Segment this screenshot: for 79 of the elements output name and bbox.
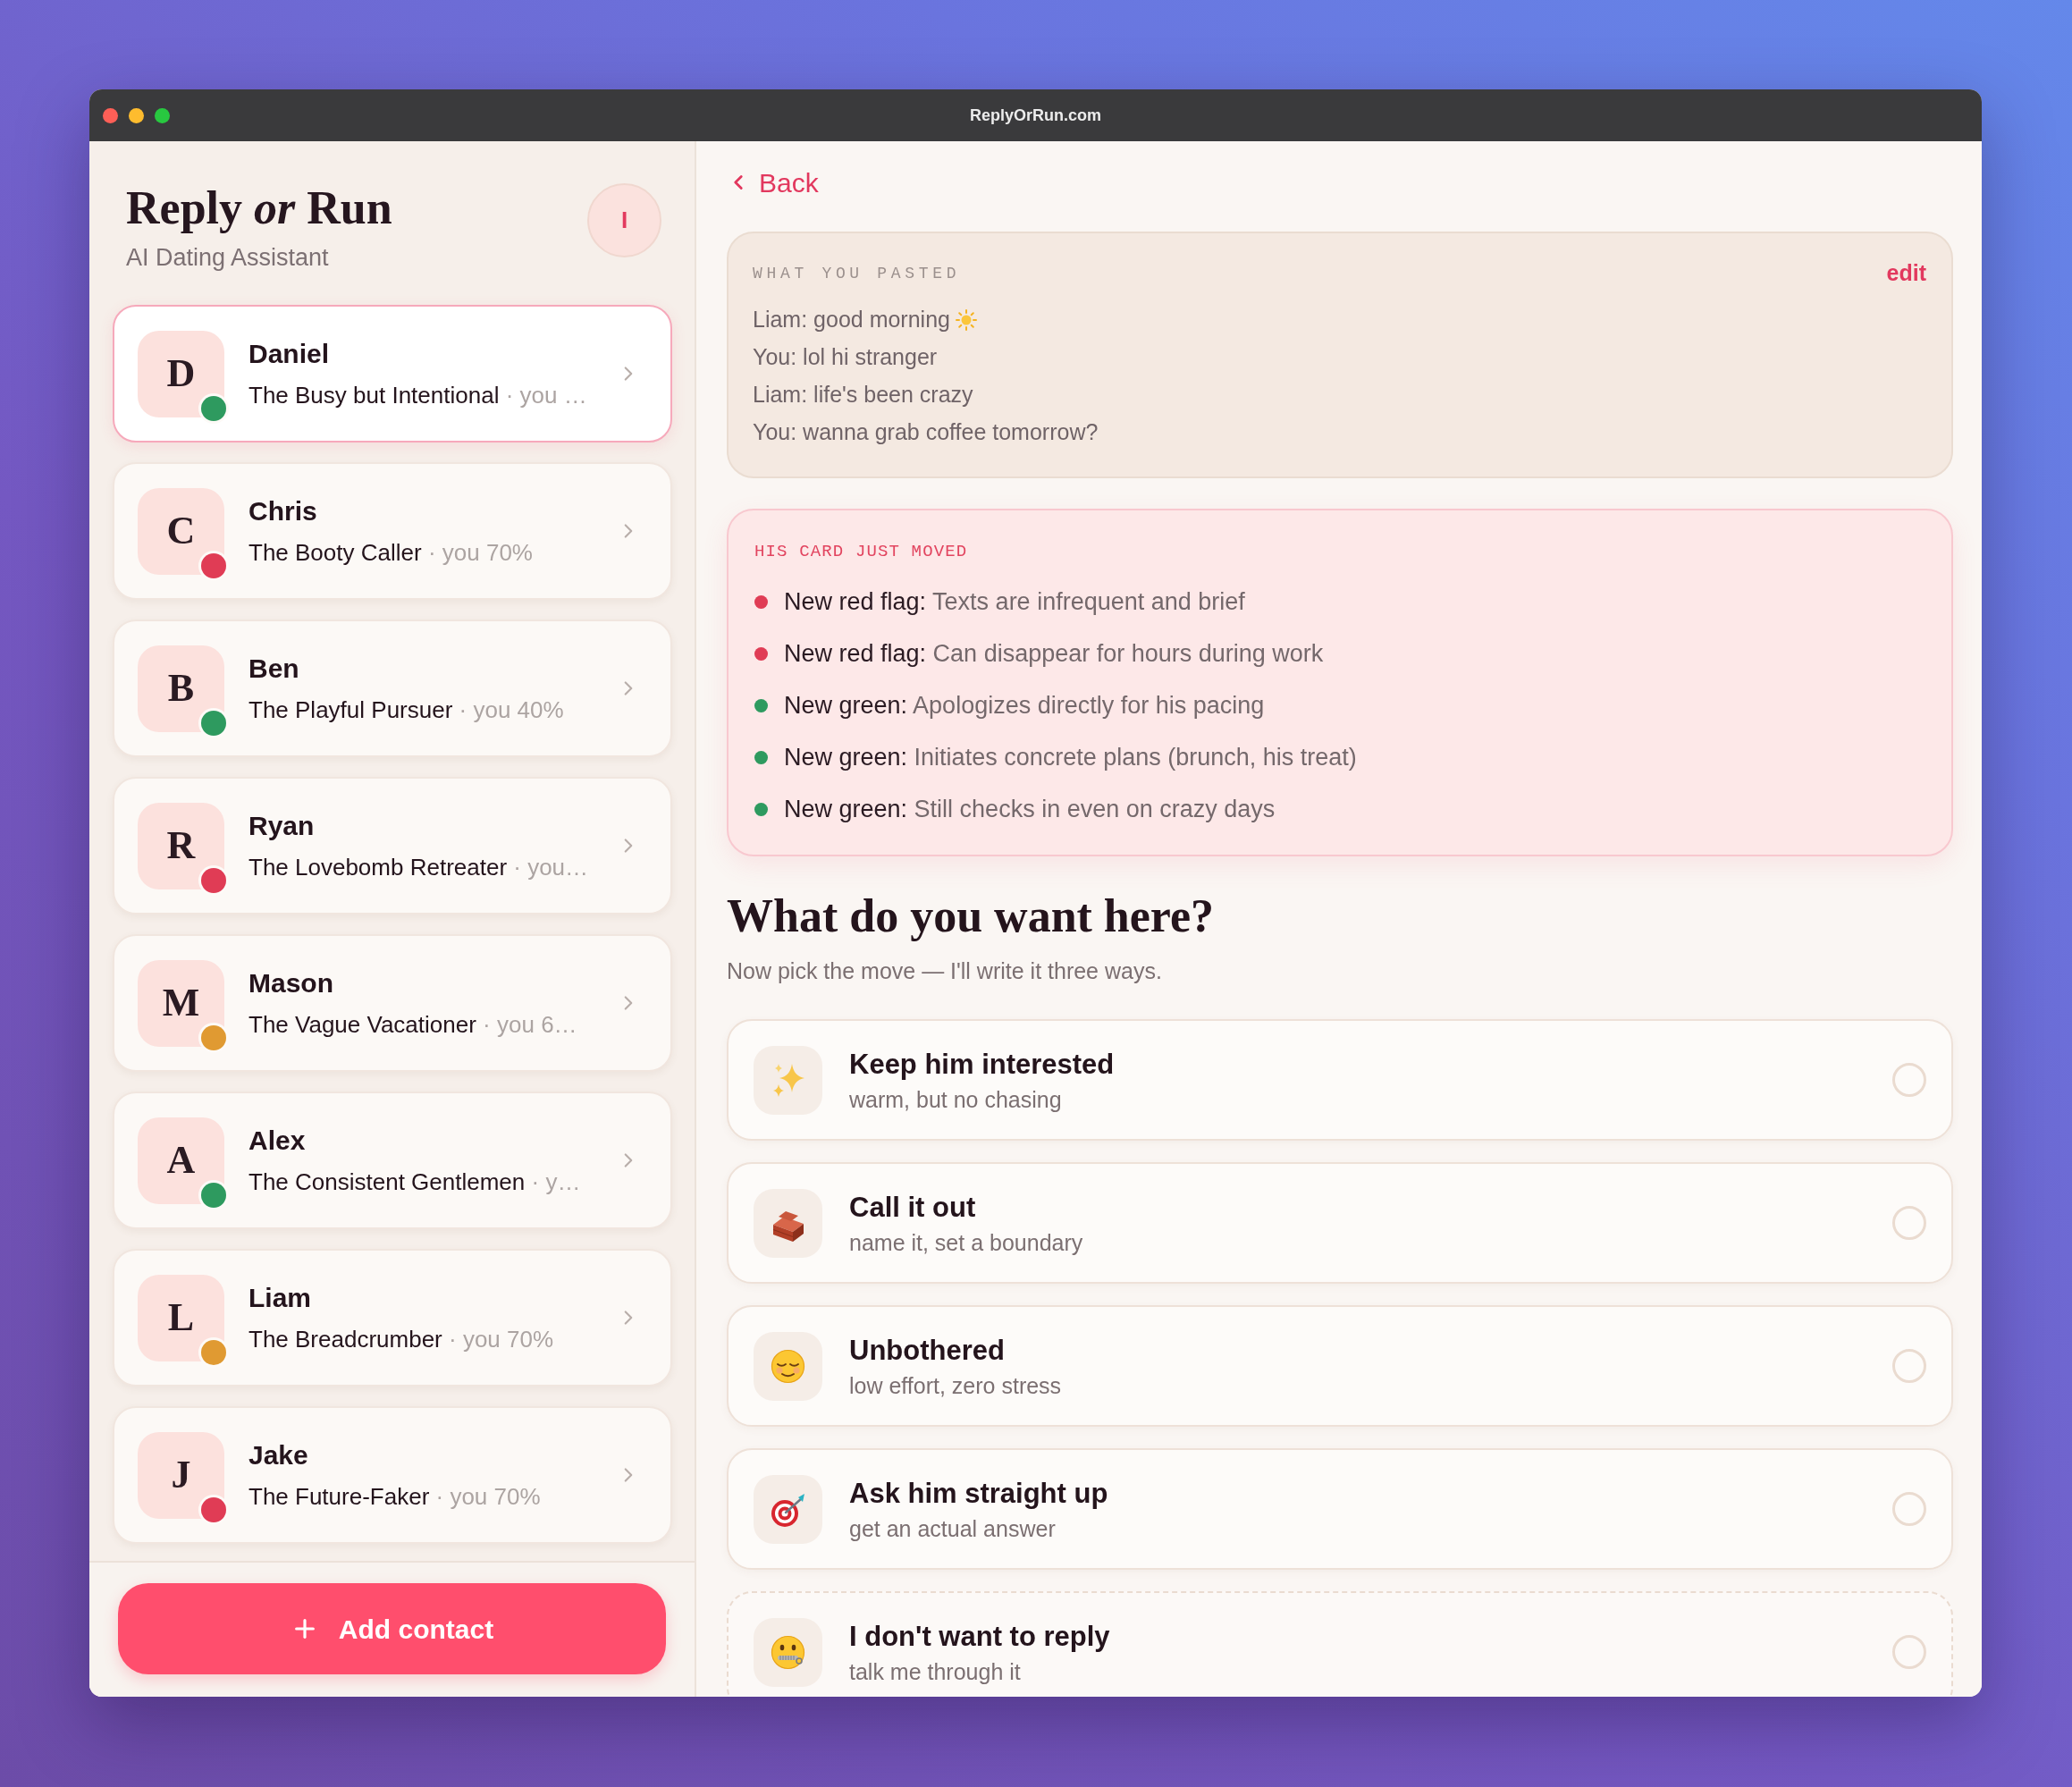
- contact-card[interactable]: J Jake The Future-Faker · you 70%: [113, 1406, 672, 1544]
- contact-name: Liam: [248, 1281, 313, 1314]
- sun-icon: [955, 309, 977, 331]
- option-title: I don't want to reply: [849, 1619, 1111, 1654]
- message-line: Liam: life's been crazy: [753, 381, 973, 409]
- contact-subtitle: The Playful Pursuer · you 40%: [248, 695, 565, 725]
- contact-name: Chris: [248, 494, 318, 527]
- target-dart-icon: [754, 1474, 822, 1544]
- avatar-initial: A: [138, 1117, 224, 1204]
- option-subtitle: warm, but no chasing: [849, 1085, 1063, 1113]
- contact-subtitle: The Future-Faker · you 70%: [248, 1481, 542, 1512]
- contact-name: Ben: [248, 652, 300, 685]
- flag-text: New green: Initiates concrete plans (brunch, his treat): [784, 742, 1357, 772]
- contact-name: Alex: [248, 1124, 307, 1157]
- option-card[interactable]: Ask him straight up get an actual answer: [727, 1448, 1953, 1570]
- contact-subtitle: The Busy but Intentional · you …: [248, 380, 588, 410]
- message-line: You: lol hi stranger: [753, 343, 938, 372]
- back-link[interactable]: Back: [727, 166, 819, 198]
- option-card[interactable]: Unbothered low effort, zero stress: [727, 1305, 1953, 1427]
- app-title: Reply or Run: [126, 181, 392, 235]
- option-subtitle: talk me through it: [849, 1657, 1022, 1685]
- option-subtitle: name it, set a boundary: [849, 1228, 1084, 1256]
- option-title: Keep him interested: [849, 1047, 1116, 1082]
- zipper-mouth-face-icon: [754, 1617, 822, 1687]
- avatar-initial: C: [138, 487, 224, 575]
- question-heading: What do you want here?: [727, 889, 1216, 943]
- contact-subtitle: The Breadcrumber · you 70%: [248, 1324, 555, 1354]
- contact-card[interactable]: L Liam The Breadcrumber · you 70%: [113, 1249, 672, 1387]
- contact-card[interactable]: D Daniel The Busy but Intentional · you …: [113, 305, 672, 443]
- radio-button[interactable]: [1892, 1492, 1926, 1526]
- message-line: Liam: good morning: [753, 306, 950, 334]
- window-close-icon[interactable]: [103, 107, 118, 123]
- contact-card[interactable]: R Ryan The Lovebomb Retreater · you…: [113, 777, 672, 915]
- avatar-initial: B: [138, 645, 224, 732]
- avatar-initial: M: [138, 959, 224, 1047]
- window-title: ReplyOrRun.com: [970, 105, 1101, 126]
- window-minimize-icon[interactable]: [129, 107, 144, 123]
- flag-text: New red flag: Can disappear for hours during work: [784, 638, 1324, 669]
- radio-button[interactable]: [1892, 1063, 1926, 1097]
- contact-card[interactable]: C Chris The Booty Caller · you 70%: [113, 462, 672, 600]
- contact-name: Daniel: [248, 337, 331, 370]
- flag-text: New green: Still checks in even on crazy days: [784, 794, 1276, 824]
- contact-subtitle: The Vague Vacationer · you 6…: [248, 1009, 578, 1040]
- option-subtitle: low effort, zero stress: [849, 1371, 1063, 1399]
- contact-card[interactable]: B Ben The Playful Pursuer · you 40%: [113, 620, 672, 757]
- relieved-face-icon: [754, 1331, 822, 1401]
- contact-subtitle: The Booty Caller · you 70%: [248, 537, 534, 568]
- option-card[interactable]: Keep him interested warm, but no chasing: [727, 1019, 1953, 1141]
- option-title: Call it out: [849, 1190, 977, 1225]
- contact-subtitle: The Consistent Gentlemen · y…: [248, 1167, 582, 1197]
- app-subtitle: AI Dating Assistant: [126, 243, 330, 273]
- window-maximize-icon[interactable]: [155, 107, 170, 123]
- flag-text: New red flag: Texts are infrequent and brief: [784, 586, 1245, 617]
- edit-link[interactable]: edit: [1886, 257, 1926, 291]
- message-line: You: wanna grab coffee tomorrow?: [753, 418, 1099, 447]
- avatar-initial: D: [138, 330, 224, 417]
- avatar-initial: J: [138, 1431, 224, 1519]
- sparkles-icon: [754, 1045, 822, 1115]
- contact-subtitle: The Lovebomb Retreater · you…: [248, 852, 590, 882]
- option-title: Unbothered: [849, 1333, 1006, 1368]
- section-label: HIS CARD JUST MOVED: [754, 541, 969, 562]
- radio-button[interactable]: [1892, 1635, 1926, 1669]
- avatar-initial: L: [138, 1274, 224, 1361]
- contact-card[interactable]: M Mason The Vague Vacationer · you 6…: [113, 934, 672, 1072]
- brick-icon: [754, 1188, 822, 1258]
- contact-name: Jake: [248, 1438, 309, 1471]
- question-hint: Now pick the move — I'll write it three ways.: [727, 957, 1163, 985]
- contact-name: Mason: [248, 966, 334, 999]
- section-label: WHAT YOU PASTED: [753, 263, 961, 284]
- radio-button[interactable]: [1892, 1206, 1926, 1240]
- avatar-initial: R: [138, 802, 224, 889]
- option-card[interactable]: I don't want to reply talk me through it: [727, 1591, 1953, 1697]
- flag-text: New green: Apologizes directly for his pacing: [784, 690, 1265, 721]
- option-title: Ask him straight up: [849, 1476, 1109, 1511]
- contact-card[interactable]: A Alex The Consistent Gentlemen · y…: [113, 1092, 672, 1229]
- option-card[interactable]: Call it out name it, set a boundary: [727, 1162, 1953, 1284]
- radio-button[interactable]: [1892, 1349, 1926, 1383]
- contact-name: Ryan: [248, 809, 316, 842]
- option-subtitle: get an actual answer: [849, 1514, 1057, 1542]
